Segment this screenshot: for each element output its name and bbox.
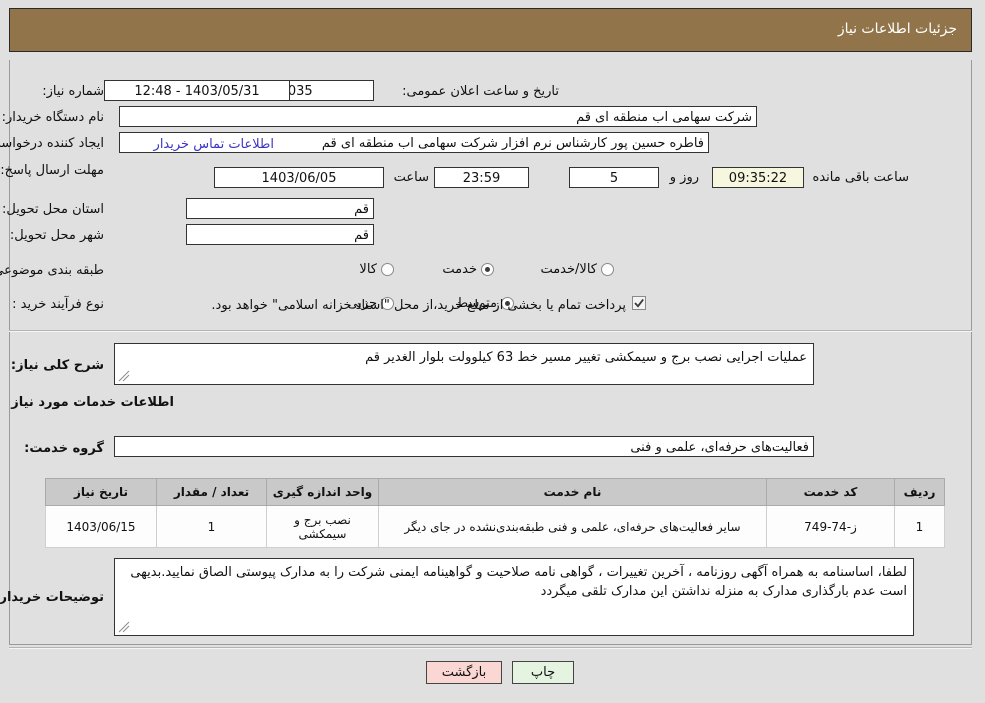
buyer-notes-text: لطفا، اساسنامه به همراه آگهی روزنامه ، آ… — [131, 565, 908, 599]
remaining-suffix-label: ساعت باقی مانده — [813, 170, 910, 185]
buyer-contact-link[interactable]: اطلاعات تماس خریدار — [155, 137, 275, 152]
services-table: ردیف کد خدمت نام خدمت واحد اندازه گیری ت… — [46, 478, 946, 548]
th-service-code: کد خدمت — [767, 478, 896, 506]
section-divider-2 — [10, 647, 973, 649]
treasury-checkbox[interactable] — [633, 296, 647, 310]
public-announce-label: تاریخ و ساعت اعلان عمومی: — [403, 84, 560, 99]
hour-label: ساعت — [394, 170, 430, 185]
radio-subject-kala-khedmat-circle[interactable] — [602, 263, 615, 276]
th-need-date: تاریخ نیاز — [46, 478, 158, 506]
th-row-no: ردیف — [895, 478, 946, 506]
need-number-label: شماره نیاز: — [43, 84, 105, 99]
buyer-notes-textarea[interactable]: لطفا، اساسنامه به همراه آگهی روزنامه ، آ… — [115, 558, 915, 636]
back-button[interactable]: بازگشت — [427, 661, 503, 684]
print-button[interactable]: چاپ — [513, 661, 575, 684]
radio-subject-kala-khedmat-label: کالا/خدمت — [541, 262, 598, 277]
description-label: شرح کلی نیاز: — [11, 358, 105, 373]
cell-need-date: 1403/06/15 — [46, 505, 158, 548]
section-divider-1 — [10, 330, 973, 332]
delivery-city-label: شهر محل تحویل: — [10, 228, 105, 243]
service-group-label: گروه خدمت: — [25, 441, 105, 456]
cell-unit: نصب برج و سیمکشی — [267, 505, 380, 548]
cell-service-name: سایر فعالیت‌های حرفه‌ای، علمی و فنی طبقه… — [379, 505, 768, 548]
hours-remaining-timer: 09:35:22 — [713, 167, 805, 188]
buyer-notes-label: توضیحات خریدار: — [0, 590, 105, 605]
subject-category-label: طبقه بندی موضوعی: — [0, 263, 105, 278]
page-header-bar: جزئیات اطلاعات نیاز — [10, 8, 973, 52]
radio-subject-kala[interactable]: کالا — [360, 262, 395, 277]
page-title: جزئیات اطلاعات نیاز — [838, 21, 958, 37]
services-section-title: اطلاعات خدمات مورد نیاز — [12, 395, 175, 410]
deadline-label: مهلت ارسال پاسخ: تا تاریخ: — [0, 163, 105, 178]
deadline-time-field[interactable]: 23:59 — [435, 167, 530, 188]
public-announce-field[interactable]: 1403/05/31 - 12:48 — [105, 80, 291, 101]
delivery-province-label: استان محل تحویل: — [3, 202, 105, 217]
table-header-row: ردیف کد خدمت نام خدمت واحد اندازه گیری ت… — [46, 478, 946, 506]
description-textarea[interactable]: عملیات اجرایی نصب برج و سیمکشی تغییر مسی… — [115, 343, 815, 385]
requester-label: ایجاد کننده درخواست: — [0, 136, 105, 151]
th-unit: واحد اندازه گیری — [267, 478, 380, 506]
days-and-label: روز و — [670, 170, 700, 185]
radio-subject-khedmat-circle[interactable] — [482, 263, 495, 276]
days-remaining-field[interactable]: 5 — [570, 167, 660, 188]
table-row: 1 ز-74-749 سایر فعالیت‌های حرفه‌ای، علمی… — [46, 505, 946, 548]
description-text: عملیات اجرایی نصب برج و سیمکشی تغییر مسی… — [366, 350, 808, 365]
radio-subject-kala-circle[interactable] — [382, 263, 395, 276]
deadline-date-field[interactable]: 1403/06/05 — [215, 167, 385, 188]
radio-subject-khedmat[interactable]: خدمت — [443, 262, 495, 277]
cell-quantity: 1 — [157, 505, 268, 548]
resize-grip-icon-2 — [119, 621, 131, 633]
resize-grip-icon — [119, 370, 131, 382]
delivery-city-field[interactable]: قم — [187, 224, 375, 245]
th-service-name: نام خدمت — [379, 478, 768, 506]
delivery-province-field[interactable]: قم — [187, 198, 375, 219]
treasury-note: پرداخت تمام یا بخشی از مبلغ خرید،از محل … — [212, 298, 627, 313]
radio-subject-kala-khedmat[interactable]: کالا/خدمت — [541, 262, 615, 277]
service-group-field[interactable]: فعالیت‌های حرفه‌ای، علمی و فنی — [115, 436, 815, 457]
cell-row-no: 1 — [895, 505, 946, 548]
cell-service-code: ز-74-749 — [767, 505, 896, 548]
radio-subject-kala-label: کالا — [360, 262, 378, 277]
buyer-org-label: نام دستگاه خریدار: — [2, 110, 105, 125]
th-quantity: تعداد / مقدار — [157, 478, 268, 506]
buyer-org-field[interactable]: شرکت سهامی اب منطقه ای قم — [120, 106, 758, 127]
radio-subject-khedmat-label: خدمت — [443, 262, 478, 277]
process-type-label: نوع فرآیند خرید : — [13, 297, 105, 312]
checkmark-icon — [635, 298, 645, 308]
